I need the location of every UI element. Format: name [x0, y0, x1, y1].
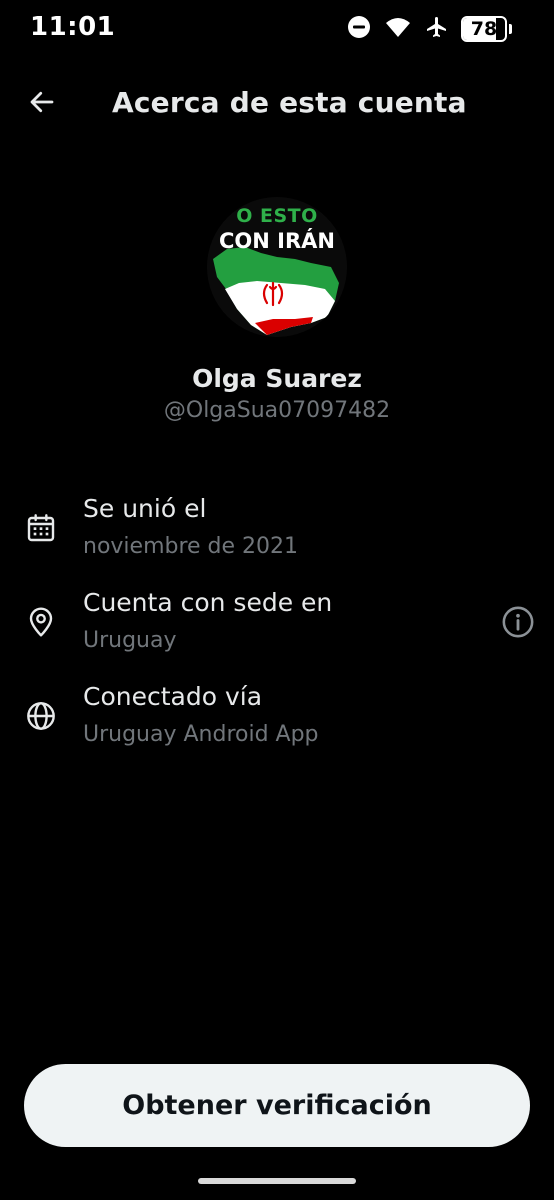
status-icons: 78	[347, 14, 512, 44]
joined-value: noviembre de 2021	[83, 534, 299, 559]
joined-label: Se unió el	[83, 494, 207, 523]
avatar-text-top: O ESTO	[236, 205, 318, 227]
joined-row: Se unió el noviembre de 2021	[0, 494, 554, 574]
get-verified-button[interactable]: Obtener verificación	[24, 1064, 530, 1147]
based-in-value: Uruguay	[83, 628, 177, 653]
back-button[interactable]	[24, 86, 60, 122]
connected-via-row: Conectado vía Uruguay Android App	[0, 682, 554, 762]
based-in-row: Cuenta con sede en Uruguay	[0, 588, 554, 668]
connected-via-value: Uruguay Android App	[83, 722, 319, 747]
avatar[interactable]: O ESTO CON IRÁN	[207, 197, 347, 337]
page-title: Acerca de esta cuenta	[112, 86, 467, 119]
home-indicator[interactable]	[198, 1178, 356, 1184]
globe-icon	[25, 700, 57, 732]
airplane-icon	[425, 15, 449, 44]
wifi-icon	[383, 15, 413, 44]
status-bar: 11:01 78	[0, 0, 554, 56]
get-verified-label: Obtener verificación	[122, 1090, 432, 1121]
about-account-screen: 11:01 78 Acerca de esta cuenta O ESTO CO…	[0, 0, 554, 1200]
header: Acerca de esta cuenta	[0, 80, 554, 128]
avatar-text-main: CON IRÁN	[219, 229, 335, 253]
info-icon[interactable]	[501, 605, 535, 639]
connected-via-label: Conectado vía	[83, 682, 263, 711]
profile-handle: @OlgaSua07097482	[163, 398, 391, 423]
profile-name: Olga Suarez	[192, 364, 362, 393]
battery-level: 78	[470, 18, 498, 40]
battery-icon: 78	[461, 16, 512, 42]
do-not-disturb-icon	[347, 15, 371, 44]
arrow-left-icon	[27, 87, 57, 122]
status-time: 11:01	[30, 12, 116, 42]
location-pin-icon	[25, 606, 57, 638]
based-in-label: Cuenta con sede en	[83, 588, 333, 617]
calendar-icon	[25, 512, 57, 544]
